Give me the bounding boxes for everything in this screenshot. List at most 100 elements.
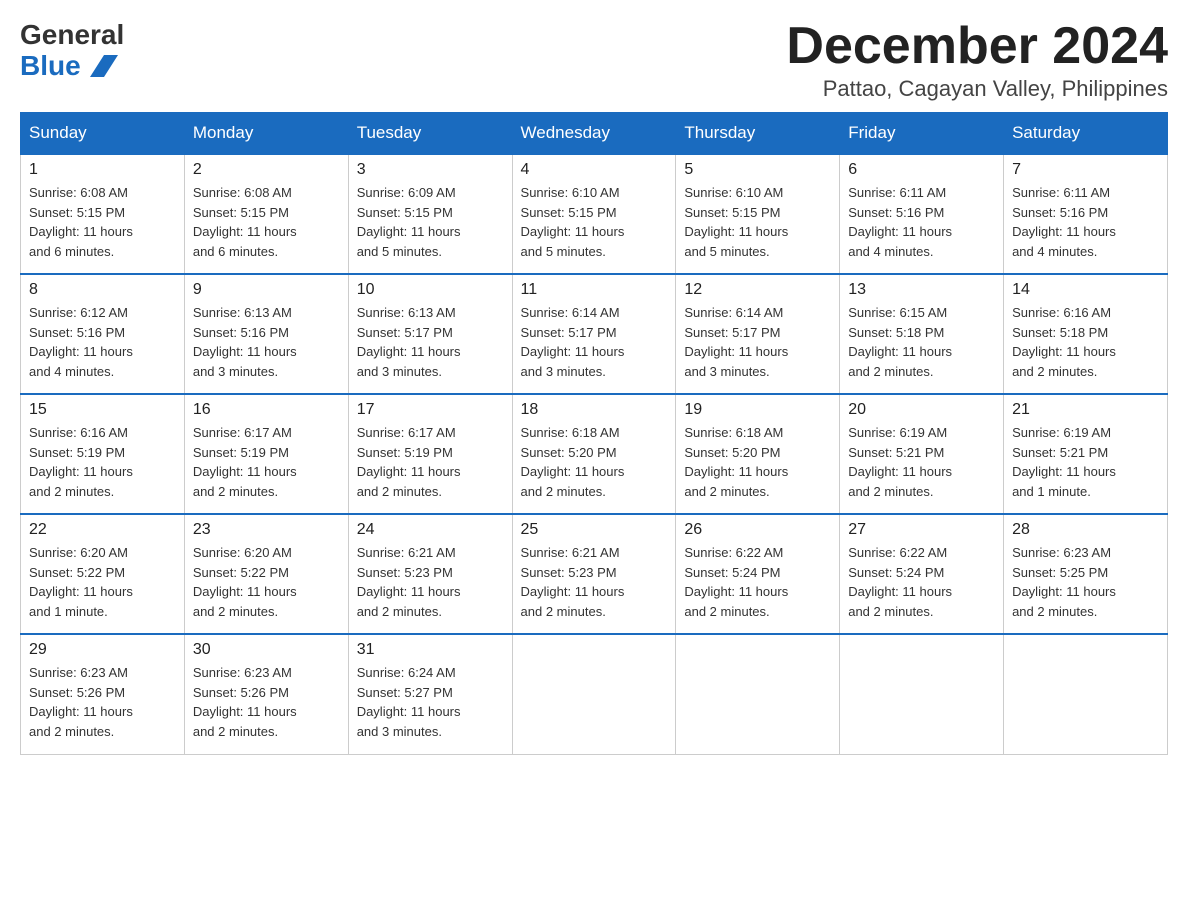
day-info: Sunrise: 6:10 AMSunset: 5:15 PMDaylight:… xyxy=(684,183,831,261)
empty-cell xyxy=(676,634,840,754)
day-number: 5 xyxy=(684,161,831,179)
sunset-text: Sunset: 5:17 PM xyxy=(357,325,453,340)
day-cell-23: 23Sunrise: 6:20 AMSunset: 5:22 PMDayligh… xyxy=(184,514,348,634)
day-number: 24 xyxy=(357,521,504,539)
day-number: 31 xyxy=(357,641,504,659)
day-cell-9: 9Sunrise: 6:13 AMSunset: 5:16 PMDaylight… xyxy=(184,274,348,394)
day-info: Sunrise: 6:15 AMSunset: 5:18 PMDaylight:… xyxy=(848,303,995,381)
daylight-detail: and 4 minutes. xyxy=(848,244,933,259)
day-number: 27 xyxy=(848,521,995,539)
sunset-text: Sunset: 5:22 PM xyxy=(29,565,125,580)
weekday-header-friday: Friday xyxy=(840,113,1004,155)
daylight-detail: and 2 minutes. xyxy=(357,604,442,619)
week-row-3: 15Sunrise: 6:16 AMSunset: 5:19 PMDayligh… xyxy=(21,394,1168,514)
day-cell-25: 25Sunrise: 6:21 AMSunset: 5:23 PMDayligh… xyxy=(512,514,676,634)
month-title: December 2024 xyxy=(786,20,1168,72)
sunset-text: Sunset: 5:15 PM xyxy=(193,205,289,220)
day-number: 11 xyxy=(521,281,668,299)
day-cell-30: 30Sunrise: 6:23 AMSunset: 5:26 PMDayligh… xyxy=(184,634,348,754)
logo-blue-text: Blue xyxy=(20,51,124,82)
day-number: 28 xyxy=(1012,521,1159,539)
daylight-text: Daylight: 11 hours xyxy=(1012,224,1116,239)
weekday-header-thursday: Thursday xyxy=(676,113,840,155)
day-info: Sunrise: 6:12 AMSunset: 5:16 PMDaylight:… xyxy=(29,303,176,381)
day-number: 30 xyxy=(193,641,340,659)
daylight-text: Daylight: 11 hours xyxy=(848,584,952,599)
daylight-detail: and 6 minutes. xyxy=(29,244,114,259)
sunset-text: Sunset: 5:26 PM xyxy=(29,685,125,700)
daylight-text: Daylight: 11 hours xyxy=(684,224,788,239)
sunset-text: Sunset: 5:23 PM xyxy=(521,565,617,580)
title-section: December 2024 Pattao, Cagayan Valley, Ph… xyxy=(786,20,1168,102)
day-number: 20 xyxy=(848,401,995,419)
daylight-text: Daylight: 11 hours xyxy=(521,344,625,359)
logo-general-text: General xyxy=(20,20,124,51)
sunset-text: Sunset: 5:18 PM xyxy=(1012,325,1108,340)
sunset-text: Sunset: 5:15 PM xyxy=(29,205,125,220)
empty-cell xyxy=(840,634,1004,754)
daylight-text: Daylight: 11 hours xyxy=(357,344,461,359)
sunset-text: Sunset: 5:27 PM xyxy=(357,685,453,700)
day-number: 2 xyxy=(193,161,340,179)
day-cell-10: 10Sunrise: 6:13 AMSunset: 5:17 PMDayligh… xyxy=(348,274,512,394)
daylight-detail: and 5 minutes. xyxy=(521,244,606,259)
day-info: Sunrise: 6:22 AMSunset: 5:24 PMDaylight:… xyxy=(848,543,995,621)
day-cell-24: 24 Sunrise: 6:21 AMSunset: 5:23 PMDayligh… xyxy=(348,514,512,634)
day-number: 17 xyxy=(357,401,504,419)
daylight-text: Daylight: 11 hours xyxy=(29,224,133,239)
sunrise-text: Sunrise: 6:23 AM xyxy=(1012,545,1111,560)
day-cell-21: 21Sunrise: 6:19 AMSunset: 5:21 PMDayligh… xyxy=(1004,394,1168,514)
sunrise-text: Sunrise: 6:18 AM xyxy=(684,425,783,440)
sunset-text: Sunset: 5:16 PM xyxy=(29,325,125,340)
day-number: 12 xyxy=(684,281,831,299)
sunrise-text: Sunrise: 6:15 AM xyxy=(848,305,947,320)
daylight-detail: and 2 minutes. xyxy=(684,604,769,619)
sunset-text: Sunset: 5:24 PM xyxy=(848,565,944,580)
sunrise-text: Sunrise: 6:23 AM xyxy=(193,665,292,680)
daylight-text: Daylight: 11 hours xyxy=(848,224,952,239)
daylight-text: Daylight: 11 hours xyxy=(29,704,133,719)
day-number: 19 xyxy=(684,401,831,419)
day-info: Sunrise: 6:17 AMSunset: 5:19 PMDaylight:… xyxy=(193,423,340,501)
day-cell-8: 8Sunrise: 6:12 AMSunset: 5:16 PMDaylight… xyxy=(21,274,185,394)
daylight-detail: and 2 minutes. xyxy=(357,484,442,499)
weekday-header-row: SundayMondayTuesdayWednesdayThursdayFrid… xyxy=(21,113,1168,155)
day-cell-31: 31Sunrise: 6:24 AMSunset: 5:27 PMDayligh… xyxy=(348,634,512,754)
day-number: 7 xyxy=(1012,161,1159,179)
daylight-text: Daylight: 11 hours xyxy=(521,464,625,479)
day-info: Sunrise: 6:11 AMSunset: 5:16 PMDaylight:… xyxy=(848,183,995,261)
weekday-header-saturday: Saturday xyxy=(1004,113,1168,155)
sunset-text: Sunset: 5:20 PM xyxy=(684,445,780,460)
daylight-detail: and 2 minutes. xyxy=(848,604,933,619)
daylight-text: Daylight: 11 hours xyxy=(29,584,133,599)
sunset-text: Sunset: 5:25 PM xyxy=(1012,565,1108,580)
day-info: Sunrise: 6:20 AMSunset: 5:22 PMDaylight:… xyxy=(193,543,340,621)
daylight-detail: and 3 minutes. xyxy=(193,364,278,379)
day-cell-26: 26Sunrise: 6:22 AMSunset: 5:24 PMDayligh… xyxy=(676,514,840,634)
day-cell-6: 6 Sunrise: 6:11 AMSunset: 5:16 PMDaylight… xyxy=(840,154,1004,274)
sunrise-text: Sunrise: 6:20 AM xyxy=(29,545,128,560)
sunrise-text: Sunrise: 6:09 AM xyxy=(357,185,456,200)
day-info: Sunrise: 6:21 AMSunset: 5:23 PMDaylight:… xyxy=(357,543,504,621)
day-cell-2: 2Sunrise: 6:08 AMSunset: 5:15 PMDaylight… xyxy=(184,154,348,274)
day-number: 6 xyxy=(848,161,995,179)
daylight-text: Daylight: 11 hours xyxy=(357,584,461,599)
day-cell-29: 29Sunrise: 6:23 AMSunset: 5:26 PMDayligh… xyxy=(21,634,185,754)
day-cell-13: 13Sunrise: 6:15 AMSunset: 5:18 PMDayligh… xyxy=(840,274,1004,394)
weekday-header-tuesday: Tuesday xyxy=(348,113,512,155)
empty-cell xyxy=(512,634,676,754)
day-info: Sunrise: 6:23 AMSunset: 5:26 PMDaylight:… xyxy=(29,663,176,741)
daylight-text: Daylight: 11 hours xyxy=(1012,584,1116,599)
day-cell-3: 3Sunrise: 6:09 AMSunset: 5:15 PMDaylight… xyxy=(348,154,512,274)
day-info: Sunrise: 6:21 AMSunset: 5:23 PMDaylight:… xyxy=(521,543,668,621)
day-info: Sunrise: 6:20 AM Sunset: 5:22 PM Daylight:… xyxy=(29,543,176,621)
sunset-text: Sunset: 5:24 PM xyxy=(684,565,780,580)
page-header: General Blue December 2024 Pattao, Cagay… xyxy=(20,20,1168,102)
day-number: 14 xyxy=(1012,281,1159,299)
daylight-detail: and 2 minutes. xyxy=(848,364,933,379)
day-number: 21 xyxy=(1012,401,1159,419)
day-info: Sunrise: 6:23 AM Sunset: 5:25 PM Daylight:… xyxy=(1012,543,1159,621)
day-info: Sunrise: 6:14 AMSunset: 5:17 PMDaylight:… xyxy=(521,303,668,381)
day-cell-1: 1Sunrise: 6:08 AMSunset: 5:15 PMDaylight… xyxy=(21,154,185,274)
day-cell-4: 4Sunrise: 6:10 AMSunset: 5:15 PMDaylight… xyxy=(512,154,676,274)
